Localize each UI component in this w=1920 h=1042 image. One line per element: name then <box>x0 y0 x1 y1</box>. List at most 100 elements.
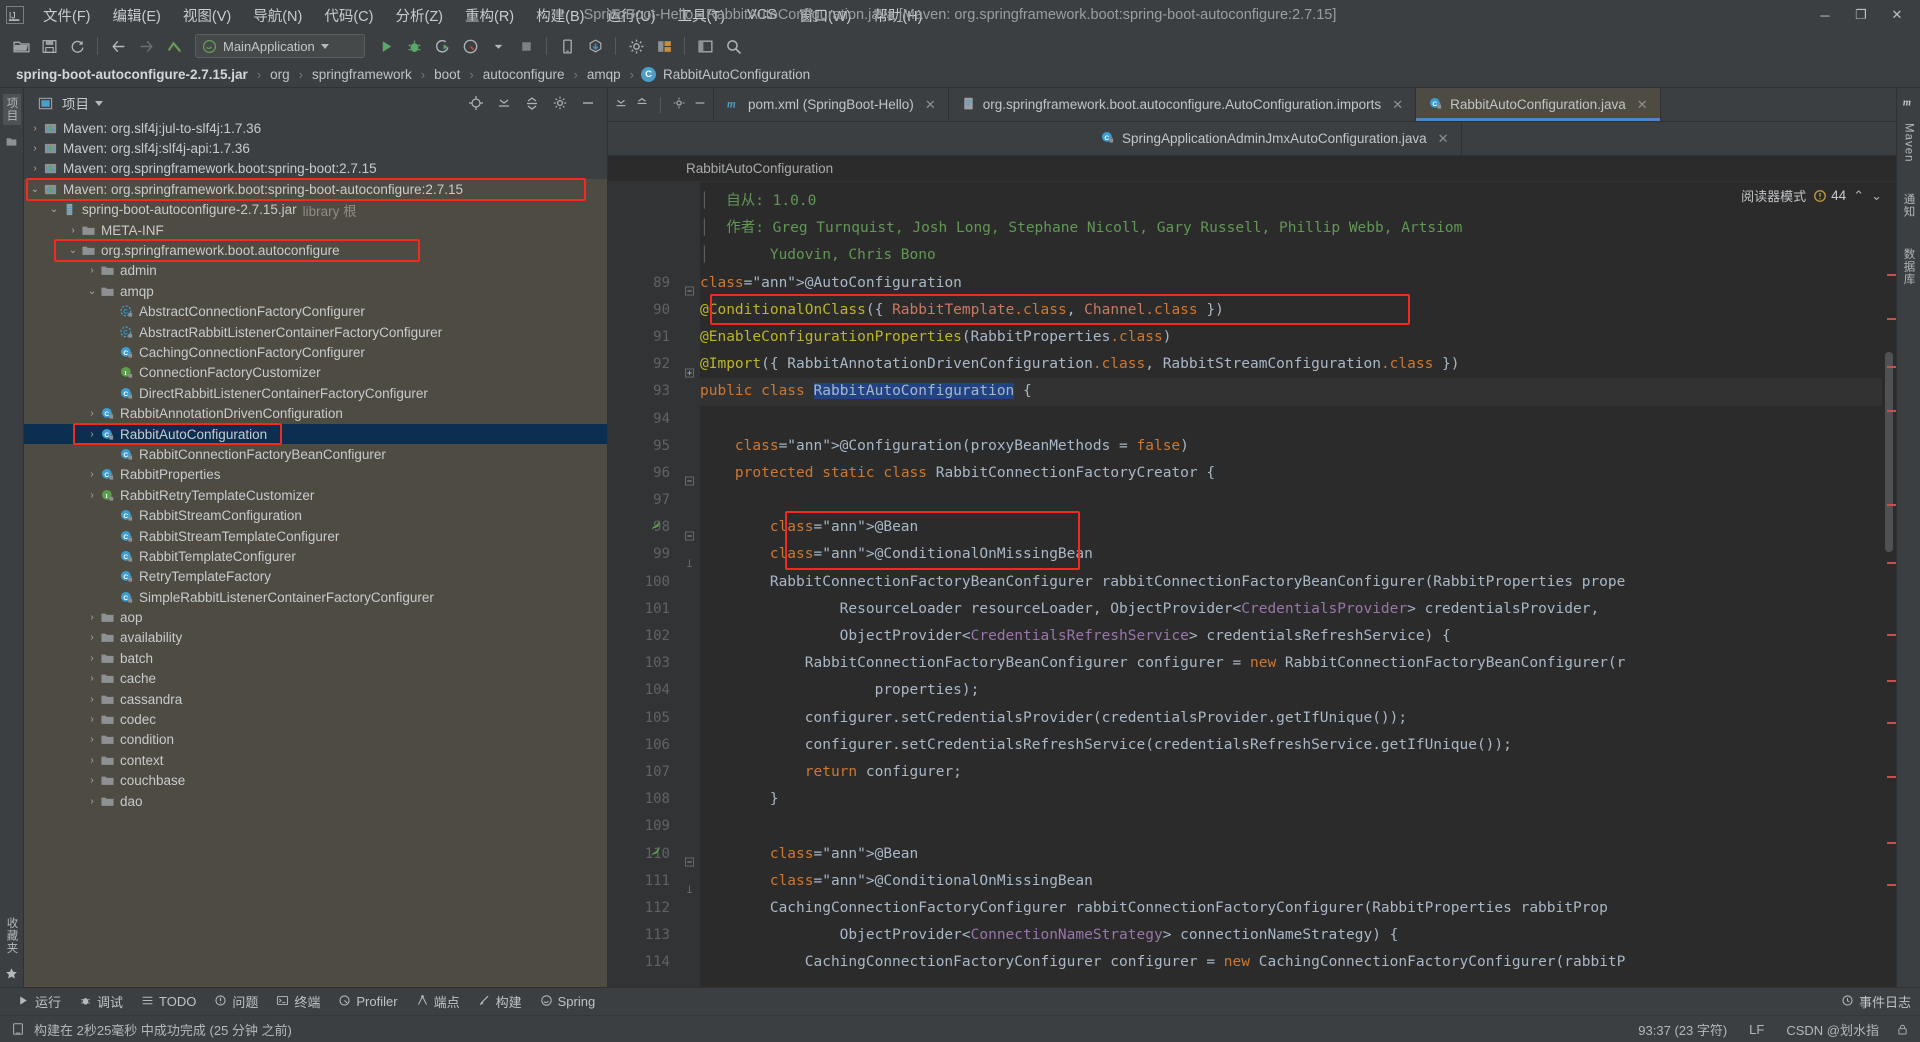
stop-icon[interactable] <box>513 33 539 59</box>
bottom-tool-调试[interactable]: 调试 <box>70 989 132 1014</box>
tree-expand-arrow[interactable]: ⌄ <box>28 184 42 195</box>
search-icon[interactable] <box>720 33 746 59</box>
chevron-down-icon[interactable] <box>485 33 511 59</box>
gutter-line[interactable]: 105 <box>608 705 700 732</box>
gear-icon[interactable] <box>672 96 686 113</box>
tree-row[interactable]: I ConnectionFactoryCustomizer <box>24 363 607 383</box>
tree-row[interactable]: ⌄ spring-boot-autoconfigure-2.7.15.jar lib… <box>24 200 607 220</box>
code-line[interactable]: CachingConnectionFactoryConfigurer rabbi… <box>700 895 1896 922</box>
close-icon[interactable]: ✕ <box>1392 97 1403 113</box>
gutter-line[interactable]: 101 <box>608 596 700 623</box>
code-line[interactable]: class="ann">@ConditionalOnMissingBean <box>700 868 1896 895</box>
breadcrumb-item-class[interactable]: RabbitAutoConfiguration <box>661 67 812 82</box>
menu-run[interactable]: 运行(U) <box>595 1 666 30</box>
code-editor[interactable]: 89 90 91 92 93 94 95 96 97 98 99 100 101 102 103 104 105… <box>608 182 1896 987</box>
code-line[interactable] <box>700 406 1896 433</box>
layout-icon[interactable] <box>692 33 718 59</box>
tree-row[interactable]: › aop <box>24 607 607 627</box>
gutter-line[interactable]: 104 <box>608 677 700 704</box>
bottom-tool-Spring[interactable]: Spring <box>531 991 605 1013</box>
tree-expand-arrow[interactable]: › <box>85 694 99 705</box>
code-line[interactable]: public class RabbitAutoConfiguration { <box>700 378 1896 406</box>
rail-bookmarks-tab[interactable]: 收藏夹 <box>3 914 21 958</box>
tree-expand-arrow[interactable]: › <box>85 408 99 419</box>
tree-expand-arrow[interactable]: › <box>28 163 42 174</box>
tree-row[interactable]: › condition <box>24 730 607 750</box>
breadcrumb-item-jar[interactable]: spring-boot-autoconfigure-2.7.15.jar <box>14 67 250 82</box>
close-icon[interactable]: ✕ <box>1637 97 1648 113</box>
tree-row[interactable]: › batch <box>24 648 607 668</box>
bottom-tool-Profiler[interactable]: Profiler <box>329 991 406 1013</box>
fold-minus-icon[interactable] <box>685 469 694 486</box>
bottom-tool-运行[interactable]: 运行 <box>8 989 70 1014</box>
fold-end-icon[interactable] <box>685 877 694 894</box>
code-line[interactable]: RabbitConnectionFactoryBeanConfigurer co… <box>700 650 1896 677</box>
tree-row[interactable]: C RetryTemplateFactory <box>24 567 607 587</box>
run-configuration-selector[interactable]: MainApplication <box>195 34 365 58</box>
code-line[interactable]: configurer.setCredentialsProvider(creden… <box>700 705 1896 732</box>
tree-row[interactable]: › Maven: org.slf4j:slf4j-api:1.7.36 <box>24 138 607 159</box>
tree-row[interactable]: › I RabbitRetryTemplateCustomizer <box>24 485 607 505</box>
project-structure-icon[interactable] <box>651 33 677 59</box>
fold-minus-icon[interactable] <box>685 523 694 541</box>
editor-tab[interactable]: m pom.xml (SpringBoot-Hello) ✕ <box>714 88 949 121</box>
tree-expand-arrow[interactable]: › <box>85 632 99 643</box>
tree-row[interactable]: › codec <box>24 709 607 729</box>
menu-code[interactable]: 代码(C) <box>313 1 384 30</box>
bottom-tool-TODO[interactable]: TODO <box>132 991 205 1013</box>
gutter-line[interactable]: 113 <box>608 922 700 949</box>
collapse-all-icon[interactable] <box>635 96 649 113</box>
bottom-tool-终端[interactable]: 终端 <box>267 989 329 1014</box>
code-line[interactable]: configurer.setCredentialsRefreshService(… <box>700 732 1896 759</box>
bookmarks-icon[interactable] <box>4 133 20 149</box>
locate-file-icon[interactable] <box>465 92 487 114</box>
run-with-coverage-icon[interactable] <box>429 33 455 59</box>
tree-expand-arrow[interactable]: › <box>85 775 99 786</box>
tree-row[interactable]: C RabbitStreamConfiguration <box>24 505 607 525</box>
tree-row[interactable]: › C RabbitAutoConfiguration <box>24 423 607 445</box>
menu-file[interactable]: 文件(F) <box>32 1 102 30</box>
tree-row[interactable]: › context <box>24 750 607 770</box>
bottom-tool-端点[interactable]: 端点 <box>407 989 469 1014</box>
next-problem-icon[interactable]: ⌄ <box>1871 188 1882 204</box>
source-code[interactable]: │ 自从: 1.0.0 │ 作者: Greg Turnquist, Josh Lo… <box>700 182 1896 987</box>
gutter-line[interactable]: 99 <box>608 541 700 568</box>
tree-expand-arrow[interactable]: ⌄ <box>47 204 61 215</box>
rail-maven-tab[interactable]: Maven <box>1902 120 1916 166</box>
fold-plus-icon[interactable] <box>685 360 694 378</box>
menu-window[interactable]: 窗口(W) <box>788 1 862 30</box>
star-icon[interactable] <box>4 965 20 981</box>
menu-analyze[interactable]: 分析(Z) <box>384 1 454 30</box>
editor-breadcrumb[interactable]: RabbitAutoConfiguration <box>608 156 1896 182</box>
tree-expand-arrow[interactable]: › <box>85 653 99 664</box>
bottom-tool-event-log[interactable]: 事件日志 <box>1832 989 1920 1014</box>
menu-edit[interactable]: 编辑(E) <box>102 1 172 30</box>
gutter-line[interactable]: 103 <box>608 650 700 677</box>
menu-build[interactable]: 构建(B) <box>525 1 595 30</box>
rail-project-tab[interactable]: 项目 <box>2 94 21 125</box>
project-tree[interactable]: › Maven: org.slf4j:jul-to-slf4j:1.7.36 › Ma… <box>24 118 607 987</box>
tree-row[interactable]: › couchbase <box>24 771 607 791</box>
tree-expand-arrow[interactable]: › <box>85 714 99 725</box>
code-line[interactable]: properties); <box>700 677 1896 704</box>
code-line[interactable]: @Import({ RabbitAnnotationDrivenConfigur… <box>700 351 1896 378</box>
tree-row[interactable]: › cache <box>24 669 607 689</box>
expand-all-icon[interactable] <box>493 92 515 114</box>
menu-vcs[interactable]: VCS <box>736 3 788 27</box>
tree-row[interactable]: › META-INF <box>24 220 607 240</box>
menu-navigate[interactable]: 导航(N) <box>242 1 313 30</box>
code-line[interactable]: @EnableConfigurationProperties(RabbitPro… <box>700 324 1896 351</box>
gutter-line[interactable]: 92 <box>608 351 700 378</box>
collapse-all-icon[interactable] <box>521 92 543 114</box>
tree-expand-arrow[interactable]: ⌄ <box>85 286 99 297</box>
code-line[interactable]: } <box>700 786 1896 813</box>
code-line[interactable]: protected static class RabbitConnectionF… <box>700 460 1896 487</box>
tree-row[interactable]: › C RabbitAnnotationDrivenConfiguration <box>24 403 607 423</box>
tree-row[interactable]: C DirectRabbitListenerContainerFactoryCon… <box>24 383 607 403</box>
bean-gutter-icon[interactable] <box>650 840 663 867</box>
code-line[interactable]: ObjectProvider<ConnectionNameStrategy> c… <box>700 922 1896 949</box>
reader-mode-button[interactable]: 阅读器模式 <box>1741 186 1806 205</box>
gutter-line[interactable]: 108 <box>608 786 700 813</box>
bottom-tool-问题[interactable]: 问题 <box>205 989 267 1014</box>
menu-tools[interactable]: 工具(T) <box>667 1 737 30</box>
